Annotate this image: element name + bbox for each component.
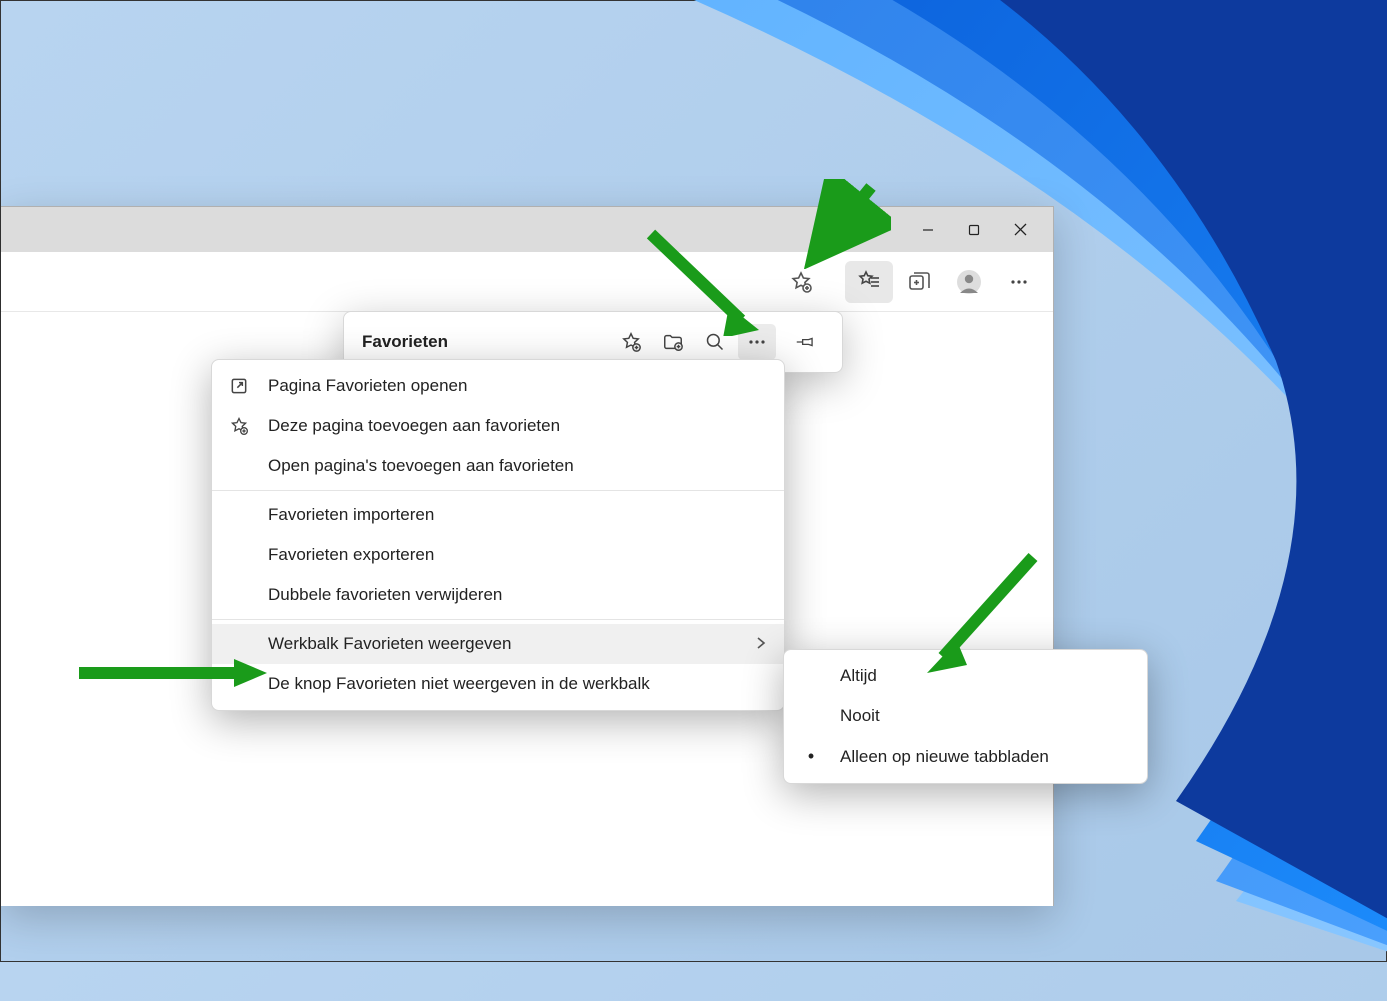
menu-show-favorites-bar[interactable]: Werkbalk Favorieten weergeven (212, 624, 784, 664)
submenu-never[interactable]: Nooit (784, 696, 1147, 736)
collections-button[interactable] (895, 261, 943, 303)
add-favorite-icon[interactable] (612, 324, 650, 360)
open-external-icon (226, 376, 252, 396)
menu-hide-favorites-button[interactable]: De knop Favorieten niet weergeven in de … (212, 664, 784, 704)
menu-remove-duplicates[interactable]: Dubbele favorieten verwijderen (212, 575, 784, 615)
menu-separator (212, 619, 784, 620)
close-button[interactable] (997, 207, 1043, 252)
star-add-icon (226, 416, 252, 436)
menu-import-favorites[interactable]: Favorieten importeren (212, 495, 784, 535)
submenu-always[interactable]: Altijd (784, 656, 1147, 696)
submenu-only-new-tabs[interactable]: • Alleen op nieuwe tabbladen (784, 736, 1147, 777)
search-icon[interactable] (696, 324, 734, 360)
pin-icon[interactable] (786, 324, 824, 360)
bullet-icon: • (798, 746, 824, 767)
menu-add-open-pages[interactable]: Open pagina's toevoegen aan favorieten (212, 446, 784, 486)
chevron-right-icon (756, 636, 766, 653)
favorites-panel-title: Favorieten (362, 332, 608, 352)
window-titlebar (1, 207, 1053, 252)
browser-toolbar (1, 252, 1053, 312)
maximize-button[interactable] (951, 207, 997, 252)
menu-add-this-page[interactable]: Deze pagina toevoegen aan favorieten (212, 406, 784, 446)
favorites-context-menu: Pagina Favorieten openen Deze pagina toe… (211, 359, 785, 711)
minimize-button[interactable] (905, 207, 951, 252)
show-favorites-bar-submenu: Altijd Nooit • Alleen op nieuwe tabblade… (783, 649, 1148, 784)
favorites-button[interactable] (845, 261, 893, 303)
add-favorite-icon[interactable] (777, 261, 825, 303)
add-folder-icon[interactable] (654, 324, 692, 360)
more-button[interactable] (995, 261, 1043, 303)
menu-open-favorites-page[interactable]: Pagina Favorieten openen (212, 366, 784, 406)
menu-separator (212, 490, 784, 491)
more-options-icon[interactable] (738, 324, 776, 360)
menu-export-favorites[interactable]: Favorieten exporteren (212, 535, 784, 575)
profile-avatar[interactable] (945, 261, 993, 303)
